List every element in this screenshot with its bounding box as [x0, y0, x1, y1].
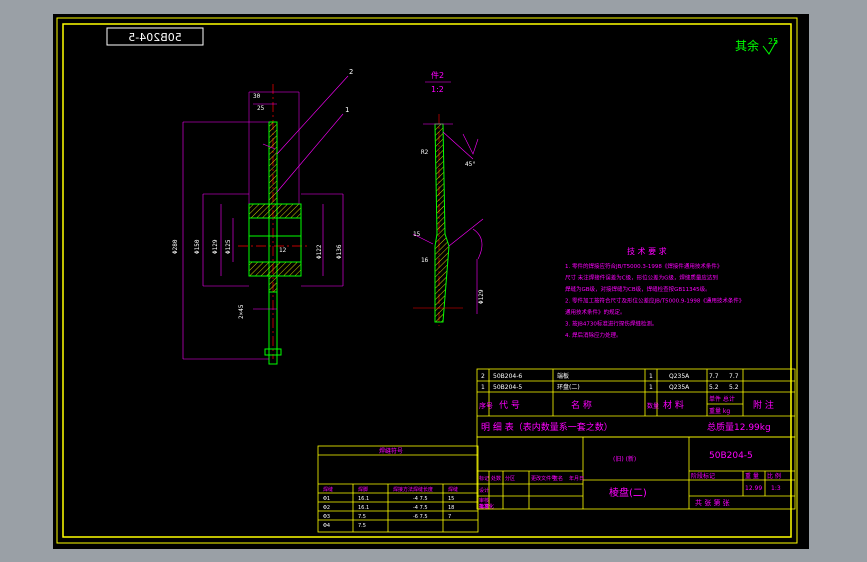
section-15: 15 — [413, 231, 421, 238]
weld-cell: -4 7.5 — [413, 505, 428, 511]
dim-phi280: Φ280 — [172, 239, 179, 254]
tech-line: 通用技术条件》的规定。 — [565, 308, 626, 316]
part-code: 50B204-5 — [493, 384, 522, 391]
weld-content: 焊缝 焊脚 焊接方法 焊缝长度 焊缝 Φ1 16.1 -4 7.5 15 Φ2 16.1 -4 7.5… — [323, 486, 458, 529]
weld-cell: Φ4 — [323, 523, 330, 529]
part-no: 2 — [481, 373, 485, 380]
tech-line: 2. 零件加工按符合尺寸及形位公差应JB/T5000.9-1998《通用技术条件… — [565, 297, 744, 305]
part-qty: 1 — [649, 384, 653, 391]
weld-title: 焊缝符号 — [379, 447, 403, 455]
title-stamp: (旧) (新) — [613, 455, 636, 463]
hdr-material: 材 料 — [663, 399, 684, 411]
part-material: Q235A — [669, 384, 690, 391]
tech-line: 焊缝为GB级，对接焊缝为CB级，焊缝检查按GB11345级。 — [565, 285, 711, 293]
dim-phi150: Φ150 — [194, 239, 201, 254]
weld-cell: Φ2 — [323, 505, 330, 511]
mirrored-drawing-no: 50B204-5 — [128, 31, 182, 44]
part-qty: 1 — [649, 373, 653, 380]
title-role: 处数 — [491, 475, 501, 482]
title-role: 签名 — [553, 475, 563, 482]
part-w1: 5.2 — [709, 384, 719, 391]
title-sign-row: 审核 — [479, 497, 489, 504]
weld-header: 焊缝 — [448, 486, 458, 493]
section-title: 件2 — [431, 70, 444, 80]
weld-cell: 16.1 — [358, 496, 369, 502]
parts-footer-right: 总质量12.99kg — [707, 421, 771, 433]
dim-phi125: Φ125 — [225, 239, 232, 254]
part-no: 1 — [481, 384, 485, 391]
title-sign-row: 设计 — [479, 487, 489, 494]
title-role: 标记 — [479, 475, 489, 482]
weld-cell: 18 — [448, 505, 454, 511]
weld-cell: 16.1 — [358, 505, 369, 511]
section-scale: 1:2 — [431, 85, 444, 94]
title-role: 年月日 — [569, 475, 584, 482]
section-16: 16 — [421, 257, 429, 264]
hdr-weight: 单件 总计 — [709, 395, 735, 403]
part-w2: 7.7 — [729, 373, 739, 380]
hdr-note: 附 注 — [753, 399, 774, 411]
weld-cell: 7.5 — [358, 514, 366, 520]
weld-header: 焊脚 — [358, 486, 368, 493]
weld-header: 焊接方法 — [393, 486, 413, 493]
part-w2: 5.2 — [729, 384, 739, 391]
dim-top: 30 — [253, 93, 261, 100]
part-material: Q235A — [669, 373, 690, 380]
dim-phi136: Φ136 — [336, 244, 343, 259]
weld-cell: Φ3 — [323, 514, 330, 520]
dim-wall: 2×45 — [238, 304, 245, 319]
weld-cell: -4 7.5 — [413, 496, 428, 502]
dim-phi129: Φ129 — [212, 239, 219, 254]
weld-cell: 15 — [448, 496, 454, 502]
hdr-weight-unit: 重量 kg — [709, 407, 730, 415]
section-phi: Φ129 — [478, 289, 485, 304]
section-view: 件2 1:2 45° R2 15 16 Φ129 — [412, 70, 485, 326]
title-sheet: 共 张 第 张 — [695, 498, 730, 507]
weld-cell: 7 — [448, 514, 451, 520]
weld-cell: -6 7.5 — [413, 514, 428, 520]
section-r2: R2 — [421, 149, 429, 156]
part-name: 环盘(二) — [557, 383, 580, 391]
dim-12: 12 — [279, 247, 287, 254]
callout-2: 2 — [349, 68, 353, 76]
tech-requirements: 技 术 要 求 1. 零件的焊接应符合JB/T5000.3-1998《焊接件通用… — [565, 246, 744, 339]
main-view: 30 25 Φ280 Φ150 Φ129 Φ125 Φ122 Φ136 12 2… — [172, 68, 353, 365]
weld-header: 焊缝 — [323, 486, 333, 493]
dim-25: 25 — [257, 105, 265, 112]
callout-1: 1 — [345, 106, 349, 114]
title-drawing-no: 50B204-5 — [709, 451, 753, 461]
tech-line: 3. 按JB4730标准进行探伤焊缝检测。 — [565, 320, 657, 328]
title-role: 分区 — [505, 475, 515, 482]
drawing-sheet: 50B204-5 其余 25 30 25 Φ280 Φ150 Φ129 Φ125… — [53, 14, 809, 549]
part-name: 端板 — [557, 372, 569, 380]
part-code: 50B204-6 — [493, 373, 522, 380]
weld-cell: 7.5 — [358, 523, 366, 529]
parts-footer-left: 明 细 表（表内数量系一套之数） — [481, 421, 613, 433]
part-w1: 7.7 — [709, 373, 719, 380]
title-weight-value: 12.99 — [745, 485, 762, 492]
hdr-no: 序号 — [479, 401, 493, 410]
hdr-qty: 数量 — [647, 402, 659, 410]
hdr-name: 名 称 — [571, 399, 592, 411]
tech-line: 1. 零件的焊接应符合JB/T5000.3-1998《焊接件通用技术条件》 — [565, 262, 722, 270]
weld-cell: Φ1 — [323, 496, 330, 502]
title-weight-label: 重 量 — [745, 472, 759, 480]
section-45: 45° — [465, 161, 476, 168]
tech-title: 技 术 要 求 — [627, 246, 667, 256]
title-scale-label: 比 例 — [767, 472, 781, 480]
parts-header: 序号 代 号 名 称 数量 材 料 单件 总计 重量 kg 附 注 明 细 表（… — [479, 395, 774, 433]
weld-header: 焊缝长度 — [413, 486, 433, 493]
title-block-text: (旧) (新) 50B204-5 棱盘(二) 阶段标记 重 量 比 例 12.9… — [479, 451, 781, 510]
title-stage: 阶段标记 — [691, 472, 715, 480]
dim-phi122: Φ122 — [316, 244, 323, 259]
tech-line: 4. 焊后消除应力处理。 — [565, 331, 622, 339]
cad-drawing: 50B204-5 其余 25 30 25 Φ280 Φ150 Φ129 Φ125… — [56, 17, 798, 544]
title-name: 棱盘(二) — [609, 486, 647, 499]
tech-line: 尺寸 未注焊接件误差为C级，形位公差为G级，焊缝质量应达到 — [565, 274, 718, 282]
title-scale-value: 1:3 — [771, 485, 781, 492]
hdr-code: 代 号 — [499, 400, 520, 411]
roughness-label: 其余 — [735, 38, 759, 53]
parts-rows: 2 50B204-6 端板 1 Q235A 7.7 7.7 1 50B204-5 环盘(二) 1 Q2… — [481, 372, 739, 391]
title-sign-row: 批准 — [479, 503, 489, 510]
